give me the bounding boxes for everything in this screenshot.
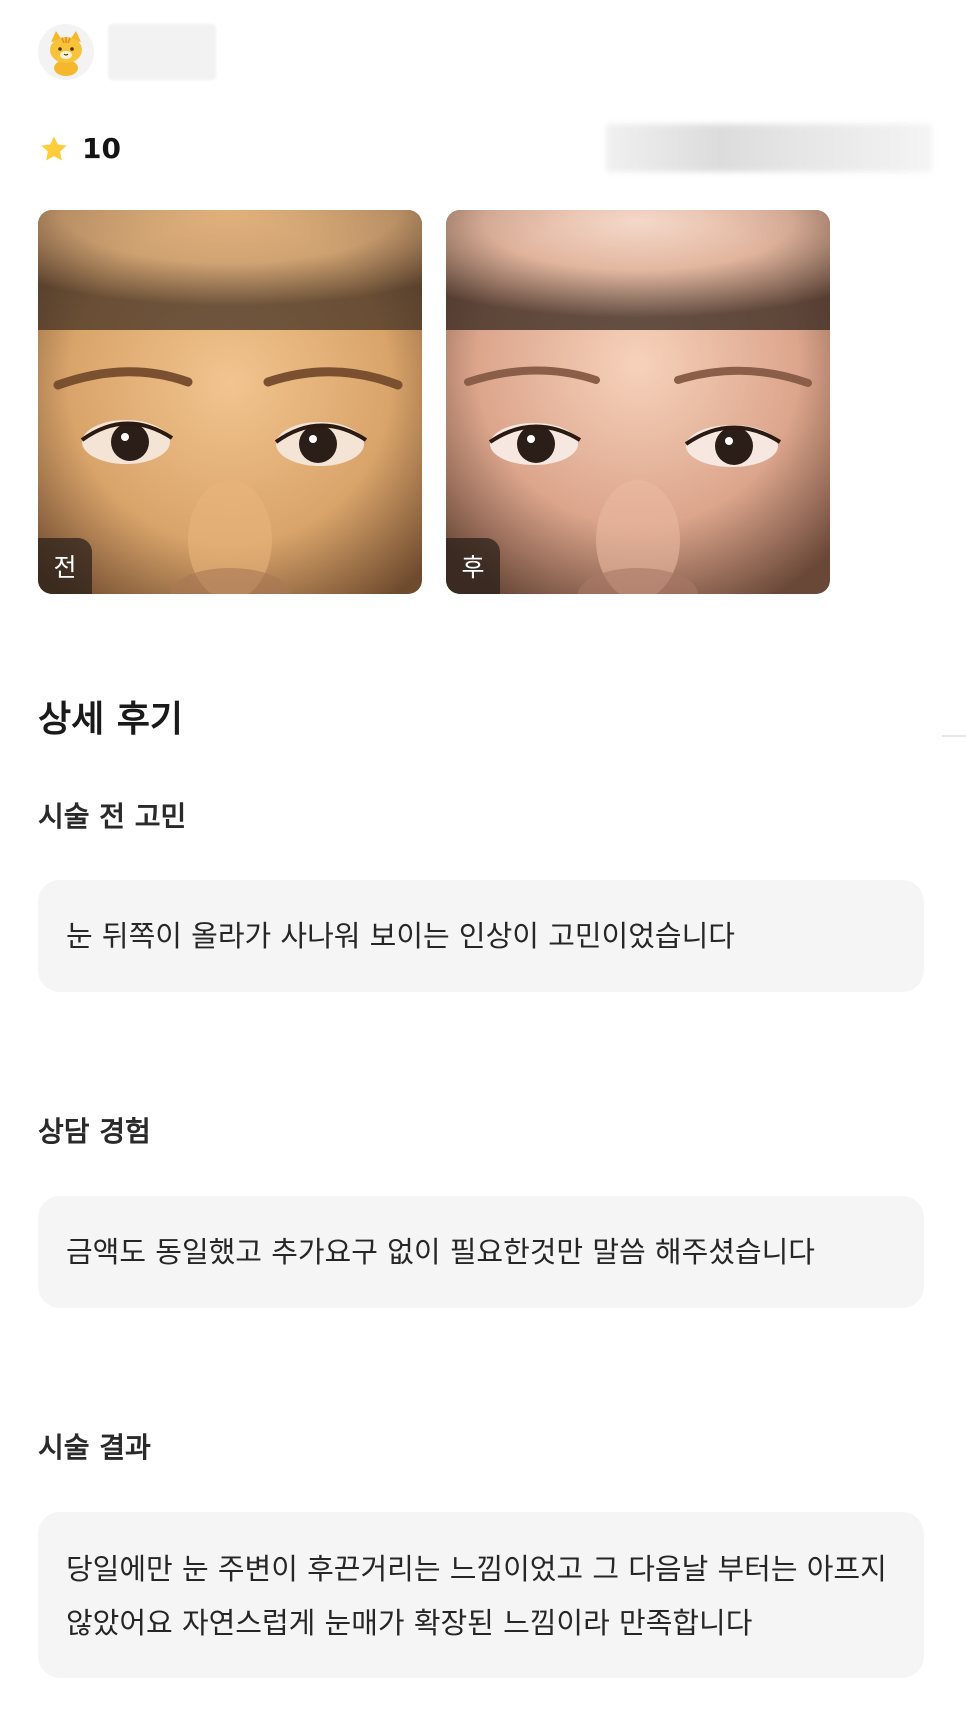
date-blurred bbox=[606, 124, 932, 172]
detail-review-title: 상세 후기 bbox=[38, 699, 184, 740]
reviewer-name-blurred bbox=[108, 24, 216, 80]
question-label: 상담 경험 bbox=[38, 1115, 151, 1148]
before-tag: 전 bbox=[38, 538, 92, 594]
rating: 10 bbox=[38, 132, 121, 165]
answer-card: 금액도 동일했고 추가요구 없이 필요한것만 말씀 해주셨습니다 bbox=[38, 1196, 924, 1308]
after-tag: 후 bbox=[446, 538, 500, 594]
answer-text-line: 않았어요 자연스럽게 눈매가 확장된 느낌이라 만족합니다 bbox=[66, 1606, 753, 1640]
reviewer-header bbox=[38, 24, 216, 80]
after-photo[interactable]: 후 bbox=[446, 210, 830, 594]
answer-text: 눈 뒤쪽이 올라가 사나워 보이는 인상이 고민이었습니다 bbox=[66, 919, 735, 953]
question-label: 시술 전 고민 bbox=[38, 800, 187, 833]
before-photo[interactable]: 전 bbox=[38, 210, 422, 594]
cat-avatar-icon[interactable] bbox=[38, 24, 94, 80]
photo-gallery: 전 후 bbox=[38, 210, 830, 594]
divider bbox=[942, 735, 966, 737]
question-label: 시술 결과 bbox=[38, 1431, 151, 1464]
answer-card: 눈 뒤쪽이 올라가 사나워 보이는 인상이 고민이었습니다 bbox=[38, 880, 924, 992]
rating-score: 10 bbox=[82, 132, 121, 165]
answer-card: 당일에만 눈 주변이 후끈거리는 느낌이었고 그 다음날 부터는 아프지 않았어… bbox=[38, 1512, 924, 1678]
star-icon bbox=[41, 135, 67, 160]
answer-text: 금액도 동일했고 추가요구 없이 필요한것만 말씀 해주셨습니다 bbox=[66, 1235, 815, 1269]
answer-text-line: 당일에만 눈 주변이 후끈거리는 느낌이었고 그 다음날 부터는 아프지 bbox=[66, 1552, 887, 1586]
